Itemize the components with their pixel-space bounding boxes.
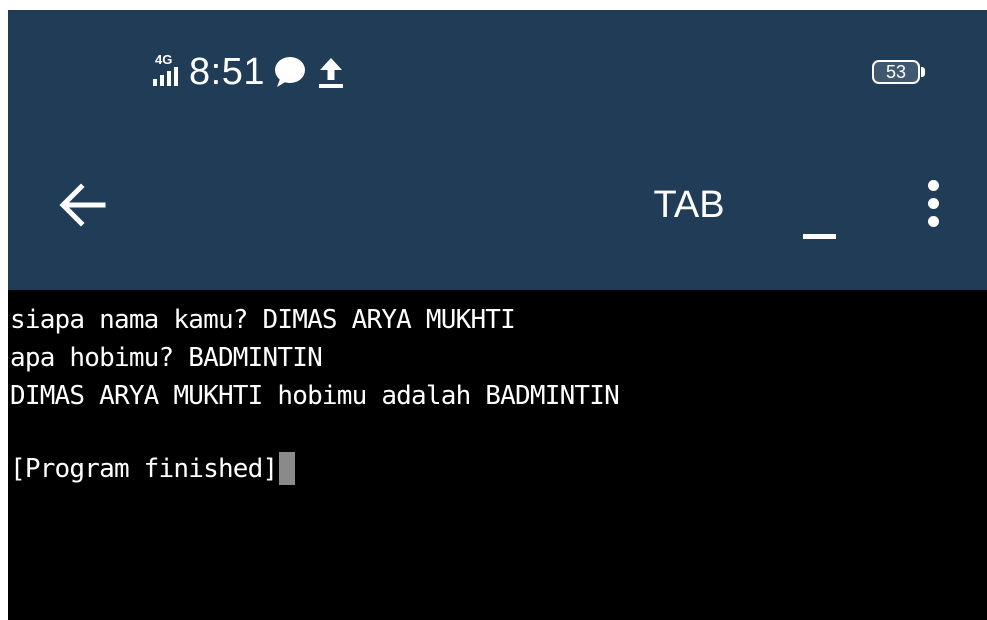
more-vertical-icon — [927, 179, 939, 191]
terminal-cursor — [279, 452, 296, 485]
terminal-line: DIMAS ARYA MUKHTI hobimu adalah BADMINTI… — [10, 381, 620, 411]
app-header: 4G 8:51 53 TAB — [8, 10, 987, 290]
arrow-left-icon — [59, 183, 106, 227]
terminal-line-finished: [Program finished] — [10, 452, 296, 486]
battery-icon: 53 — [872, 58, 928, 86]
terminal-line: apa hobimu? BADMINTIN — [10, 343, 323, 373]
status-time: 8:51 — [189, 50, 265, 93]
phone-screen: 4G 8:51 53 TAB siapa nama kamu? DIMAS AR… — [8, 10, 987, 620]
signal-icon: 4G — [153, 52, 183, 92]
upload-icon — [317, 55, 345, 89]
battery-level: 53 — [885, 61, 907, 82]
status-bar-left: 4G 8:51 — [153, 48, 355, 96]
terminal-output[interactable]: siapa nama kamu? DIMAS ARYA MUKHTI apa h… — [8, 290, 987, 620]
chat-bubble-icon — [273, 56, 307, 88]
underscore-key-button[interactable] — [795, 200, 845, 250]
back-button[interactable] — [53, 175, 113, 235]
tab-key-button[interactable]: TAB — [644, 180, 734, 230]
network-type-label: 4G — [155, 52, 173, 67]
terminal-line: siapa nama kamu? DIMAS ARYA MUKHTI — [10, 305, 516, 335]
more-options-button[interactable] — [913, 173, 953, 233]
underscore-icon — [803, 234, 836, 239]
program-finished-text: [Program finished] — [10, 454, 278, 484]
